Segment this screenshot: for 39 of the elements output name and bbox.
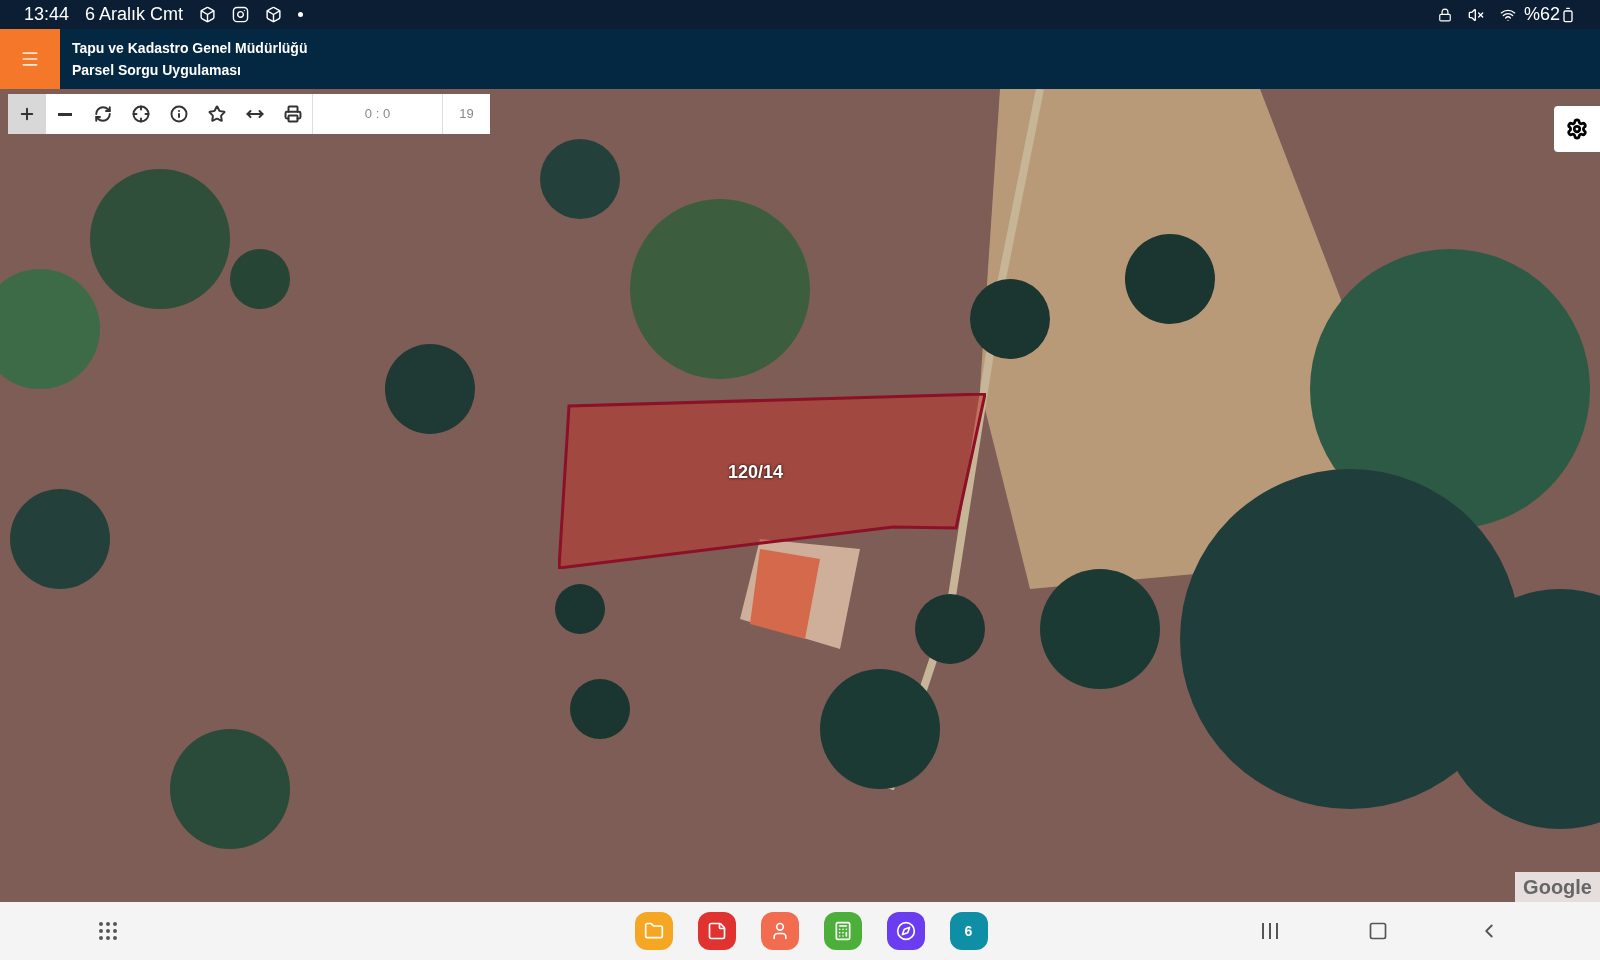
map-attribution: Google (1515, 872, 1600, 902)
clock-time: 13:44 (24, 3, 70, 26)
notes-app-icon[interactable] (697, 912, 736, 950)
refresh-icon (94, 105, 112, 123)
parcel-boundary[interactable] (558, 393, 986, 569)
printer-icon (284, 105, 302, 123)
zoom-level-display: 19 (442, 94, 490, 134)
parcel-label: 120/14 (728, 461, 784, 484)
app-grid-icon[interactable] (96, 919, 120, 943)
box-icon (265, 6, 283, 23)
coordinate-display: 0 : 0 (312, 94, 442, 134)
mute-icon (1467, 6, 1484, 23)
lock-icon (1437, 7, 1452, 22)
settings-button[interactable] (1554, 106, 1600, 152)
map-tool-button[interactable] (8, 94, 46, 134)
zoom-out-icon (58, 112, 72, 116)
satellite-map[interactable]: 120/14 0 : 0 19 Google (0, 89, 1600, 902)
calendar-app-icon[interactable]: 6 (949, 912, 988, 950)
battery-percentage: %62 (1523, 3, 1560, 26)
instagram-icon (232, 6, 250, 23)
box-icon (199, 6, 217, 23)
folder-icon (643, 921, 664, 941)
compass-icon (895, 921, 916, 941)
battery-icon (1560, 6, 1576, 23)
star-icon (208, 105, 226, 123)
note-icon (706, 921, 727, 941)
settings-icon (1566, 118, 1588, 140)
status-date: 6 Aralık Cmt (85, 3, 184, 26)
contacts-app-icon[interactable] (760, 912, 799, 950)
home-icon[interactable] (1368, 921, 1388, 941)
app-title: Tapu ve Kadastro Genel Müdürlüğü (72, 39, 308, 58)
browser-app-icon[interactable] (886, 912, 925, 950)
calculator-app-icon[interactable] (823, 912, 862, 950)
app-subtitle: Parsel Sorgu Uygulaması (72, 61, 242, 80)
menu-icon (20, 49, 40, 69)
recent-apps-icon[interactable] (1262, 923, 1278, 939)
info-icon (170, 105, 188, 123)
zoom-in-icon (18, 105, 36, 123)
crosshair-icon (132, 105, 150, 123)
